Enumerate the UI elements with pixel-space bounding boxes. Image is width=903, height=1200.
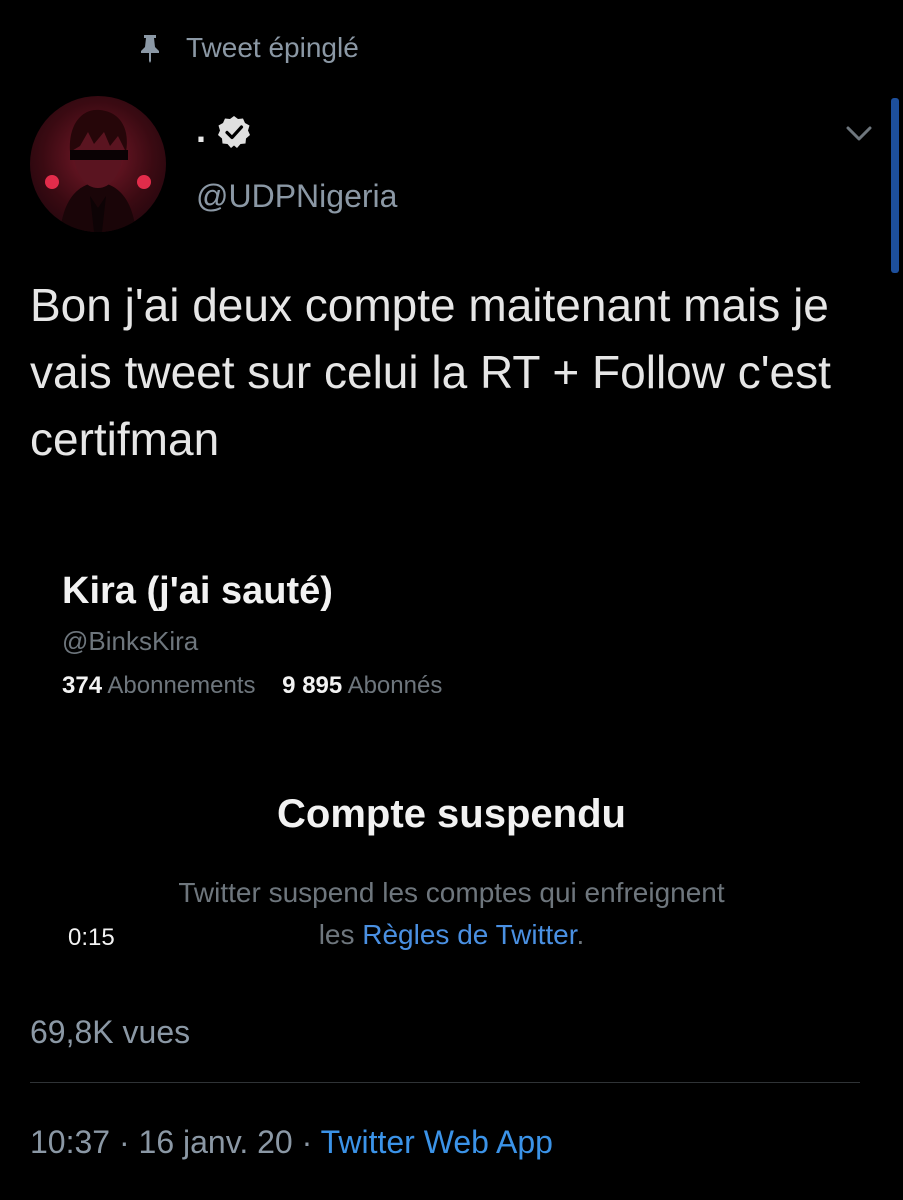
pinned-indicator: Tweet épinglé — [138, 28, 359, 68]
pin-icon — [141, 35, 159, 63]
twitter-rules-link: Règles de Twitter — [362, 919, 577, 950]
tweet-video[interactable]: Kira (j'ai sauté) @BinksKira 374 Abonnem… — [30, 500, 873, 978]
tweet-source-link[interactable]: Twitter Web App — [321, 1124, 553, 1160]
video-timer: 0:15 — [68, 924, 115, 951]
following-count: 374 — [62, 672, 103, 699]
tweet-time[interactable]: 10:37 — [30, 1124, 110, 1160]
media-profile-stats: 374 Abonnements 9 895 Abonnés — [62, 672, 442, 700]
meta-separator: · — [110, 1124, 139, 1160]
followers-label: Abonnés — [347, 672, 443, 699]
suspended-text-prefix: les — [318, 919, 363, 950]
suspended-text-suffix: . — [576, 919, 585, 950]
tweet-meta: 10:37 · 16 janv. 20 · Twitter Web App — [30, 1124, 553, 1161]
divider — [30, 1082, 860, 1083]
avatar-image — [45, 109, 151, 232]
tweet-date[interactable]: 16 janv. 20 — [139, 1124, 293, 1160]
chevron-down-icon[interactable] — [842, 116, 876, 150]
author-display-name[interactable]: . — [196, 112, 206, 148]
media-profile-name: Kira (j'ai sauté) — [62, 570, 333, 612]
scrollbar[interactable] — [891, 98, 899, 273]
view-count: 69,8K vues — [30, 1014, 191, 1050]
author-handle[interactable]: @UDPNigeria — [196, 176, 397, 216]
pinned-label: Tweet épinglé — [186, 32, 359, 63]
verified-badge-icon — [218, 116, 250, 148]
meta-separator: · — [292, 1124, 321, 1160]
tweet-text: Bon j'ai deux compte maitenant mais je v… — [30, 279, 831, 465]
media-profile-handle: @BinksKira — [62, 626, 199, 656]
following-label: Abonnements — [107, 672, 256, 699]
avatar[interactable] — [30, 96, 166, 232]
followers-count: 9 895 — [282, 672, 343, 699]
suspended-text-line1: Twitter suspend les comptes qui enfreign… — [178, 877, 725, 908]
suspended-text: Twitter suspend les comptes qui enfreign… — [30, 872, 873, 956]
suspended-title: Compte suspendu — [277, 792, 626, 836]
